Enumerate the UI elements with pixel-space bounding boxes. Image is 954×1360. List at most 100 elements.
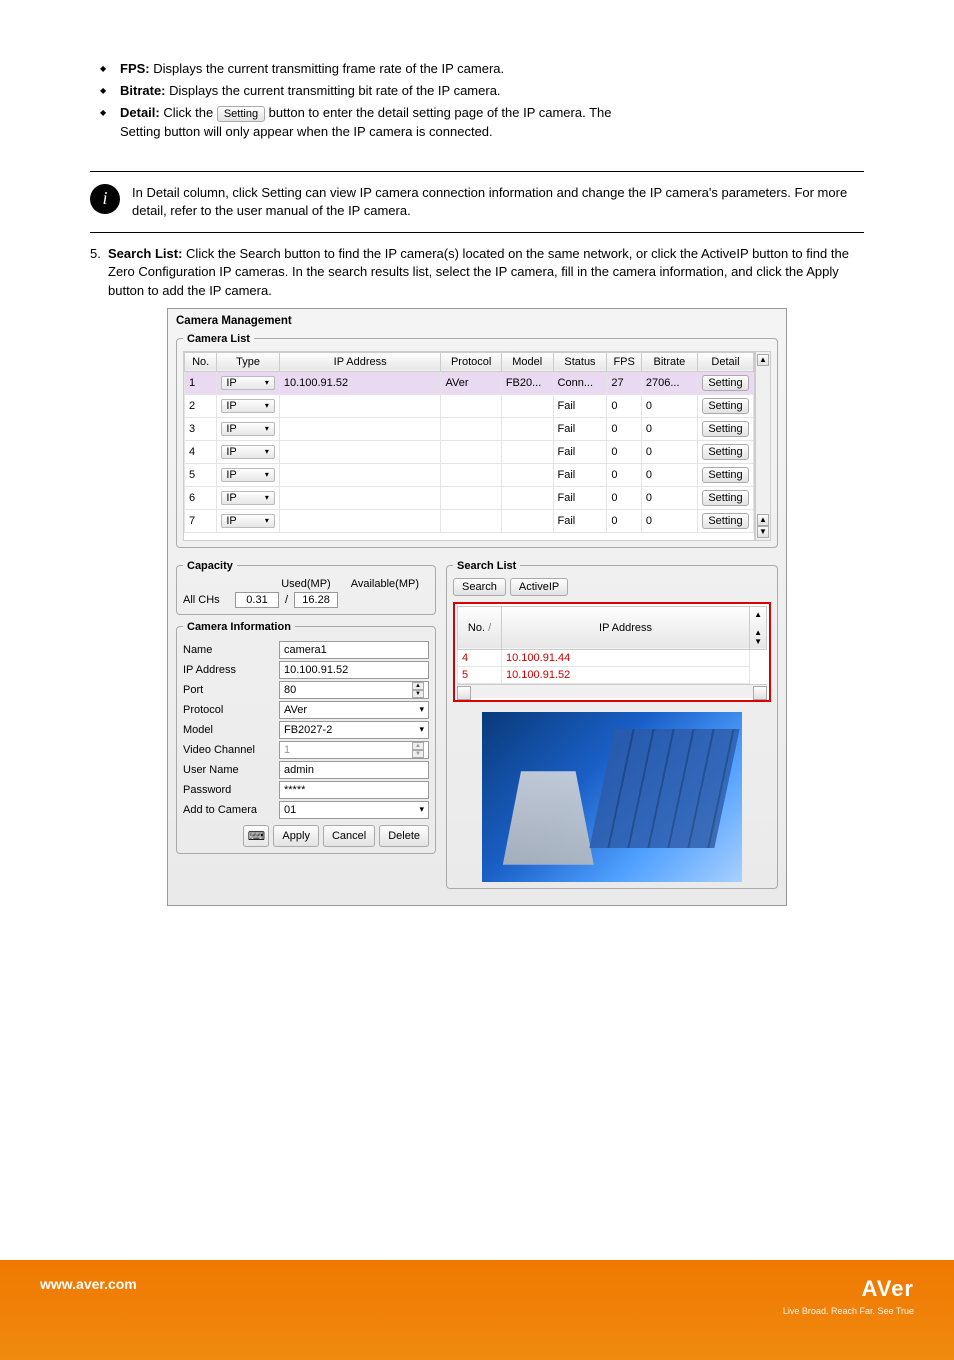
table-row[interactable]: 1IP▾10.100.91.52AVerFB20...Conn...272706… xyxy=(185,371,754,394)
allchs-label: All CHs xyxy=(183,594,229,606)
bullet-fps-text: Displays the current transmitting frame … xyxy=(150,61,505,76)
search-col-ip[interactable]: IP Address xyxy=(502,606,750,649)
table-row[interactable]: 7IP▾Fail00Setting xyxy=(185,509,754,532)
footer-brand: AVer xyxy=(783,1276,914,1302)
activeip-button[interactable]: ActiveIP xyxy=(510,578,568,596)
cap-slash: / xyxy=(285,594,288,606)
row-setting-button[interactable]: Setting xyxy=(702,513,749,529)
step-text: Search List: Click the Search button to … xyxy=(108,245,864,300)
row-setting-button[interactable]: Setting xyxy=(702,398,749,414)
camera-list-table[interactable]: No. Type IP Address Protocol Model Statu… xyxy=(184,352,754,533)
table-row[interactable]: 3IP▾Fail00Setting xyxy=(185,417,754,440)
col-bitrate[interactable]: Bitrate xyxy=(641,352,697,371)
table-row[interactable]: 6IP▾Fail00Setting xyxy=(185,486,754,509)
inline-setting-button[interactable]: Setting xyxy=(217,106,265,122)
password-label: Password xyxy=(183,784,279,796)
protocol-select[interactable]: AVer xyxy=(279,701,429,719)
col-model[interactable]: Model xyxy=(501,352,553,371)
col-no[interactable]: No. xyxy=(185,352,217,371)
type-select[interactable]: IP▾ xyxy=(221,422,275,436)
divider-top xyxy=(90,171,864,172)
type-select[interactable]: IP▾ xyxy=(221,491,275,505)
search-hscroll[interactable] xyxy=(457,684,767,698)
add-label: Add to Camera xyxy=(183,804,279,816)
table-row[interactable]: 2IP▾Fail00Setting xyxy=(185,394,754,417)
spin-up2-icon[interactable]: ▲ xyxy=(412,742,424,750)
camera-info-legend: Camera Information xyxy=(183,621,295,633)
col-status[interactable]: Status xyxy=(553,352,607,371)
bullet-bitrate-label: Bitrate: xyxy=(120,83,166,98)
ip-input[interactable]: 10.100.91.52 xyxy=(279,661,429,679)
search-list-group: Search List Search ActiveIP No. / xyxy=(446,560,778,889)
step-number: 5. xyxy=(90,245,108,300)
name-label: Name xyxy=(183,644,279,656)
bullet-bitrate-text: Displays the current transmitting bit ra… xyxy=(166,83,501,98)
info-note: In Detail column, click Setting can view… xyxy=(132,184,864,220)
delete-button[interactable]: Delete xyxy=(379,825,429,847)
divider-bottom xyxy=(90,232,864,233)
model-select[interactable]: FB2027-2 xyxy=(279,721,429,739)
add-select[interactable]: 01 xyxy=(279,801,429,819)
bullet-detail-text1: Click the xyxy=(160,105,217,120)
bullet-detail-tail: Setting button will only appear when the… xyxy=(120,123,864,141)
row-setting-button[interactable]: Setting xyxy=(702,444,749,460)
capacity-group: Capacity Used(MP) Available(MP) All CHs … xyxy=(176,560,436,615)
camera-info-group: Camera Information Namecamera1 IP Addres… xyxy=(176,621,436,854)
bullet-detail-text2: button to enter the detail setting page … xyxy=(265,105,611,120)
apply-button[interactable]: Apply xyxy=(273,825,319,847)
type-select[interactable]: IP▾ xyxy=(221,445,275,459)
camera-list-group: Camera List No. Ty xyxy=(176,333,778,548)
col-detail[interactable]: Detail xyxy=(697,352,753,371)
spin-down-icon[interactable]: ▼ xyxy=(412,690,424,698)
user-input[interactable]: admin xyxy=(279,761,429,779)
ip-label: IP Address xyxy=(183,664,279,676)
search-list-legend: Search List xyxy=(453,560,520,572)
password-input[interactable]: ***** xyxy=(279,781,429,799)
footer-slogan: Live Broad. Reach Far. See True xyxy=(783,1306,914,1316)
camera-list-scrollbar[interactable]: ▲ ▲ ▼ xyxy=(755,351,771,541)
panel-title: Camera Management xyxy=(176,315,778,327)
col-type[interactable]: Type xyxy=(217,352,280,371)
camera-preview-image xyxy=(482,712,742,882)
scroll-up-icon[interactable]: ▲ xyxy=(757,354,769,366)
type-select[interactable]: IP▾ xyxy=(221,376,275,390)
spin-down2-icon[interactable]: ▼ xyxy=(412,750,424,758)
table-row[interactable]: 4IP▾Fail00Setting xyxy=(185,440,754,463)
port-input[interactable]: 80▲▼ xyxy=(279,681,429,699)
keyboard-icon[interactable]: ⌨ xyxy=(243,825,269,847)
spin-up-icon[interactable]: ▲ xyxy=(412,682,424,690)
name-input[interactable]: camera1 xyxy=(279,641,429,659)
search-col-no[interactable]: No. / xyxy=(458,606,502,649)
col-protocol[interactable]: Protocol xyxy=(441,352,501,371)
row-setting-button[interactable]: Setting xyxy=(702,421,749,437)
type-select[interactable]: IP▾ xyxy=(221,399,275,413)
search-row[interactable]: 410.100.91.44 xyxy=(458,649,767,666)
scroll-up2-icon[interactable]: ▲ xyxy=(757,514,769,526)
table-row[interactable]: 5IP▾Fail00Setting xyxy=(185,463,754,486)
port-label: Port xyxy=(183,684,279,696)
cancel-button[interactable]: Cancel xyxy=(323,825,375,847)
capacity-legend: Capacity xyxy=(183,560,237,572)
search-row[interactable]: 510.100.91.52 xyxy=(458,666,767,683)
type-select[interactable]: IP▾ xyxy=(221,514,275,528)
avail-label: Available(MP) xyxy=(351,578,419,590)
used-label: Used(MP) xyxy=(281,578,331,590)
col-fps[interactable]: FPS xyxy=(607,352,641,371)
row-setting-button[interactable]: Setting xyxy=(702,490,749,506)
video-channel-label: Video Channel xyxy=(183,744,279,756)
search-results-highlight: No. / IP Address ▲▲▼ 410.100.91.44510.10… xyxy=(453,602,771,702)
scroll-down-icon[interactable]: ▼ xyxy=(757,526,769,538)
page-footer: www.aver.com AVer Live Broad. Reach Far.… xyxy=(0,1260,954,1360)
col-ip[interactable]: IP Address xyxy=(279,352,441,371)
avail-value: 16.28 xyxy=(294,592,338,608)
camera-management-panel: Camera Management Camera List xyxy=(167,308,787,906)
search-scroll[interactable]: ▲▲▼ xyxy=(750,606,767,649)
row-setting-button[interactable]: Setting xyxy=(702,467,749,483)
search-results-table[interactable]: No. / IP Address ▲▲▼ 410.100.91.44510.10… xyxy=(457,606,767,684)
video-channel-input[interactable]: 1▲▼ xyxy=(279,741,429,759)
search-button[interactable]: Search xyxy=(453,578,506,596)
row-setting-button[interactable]: Setting xyxy=(702,375,749,391)
used-value: 0.31 xyxy=(235,592,279,608)
type-select[interactable]: IP▾ xyxy=(221,468,275,482)
bullet-detail-label: Detail: xyxy=(120,105,160,120)
